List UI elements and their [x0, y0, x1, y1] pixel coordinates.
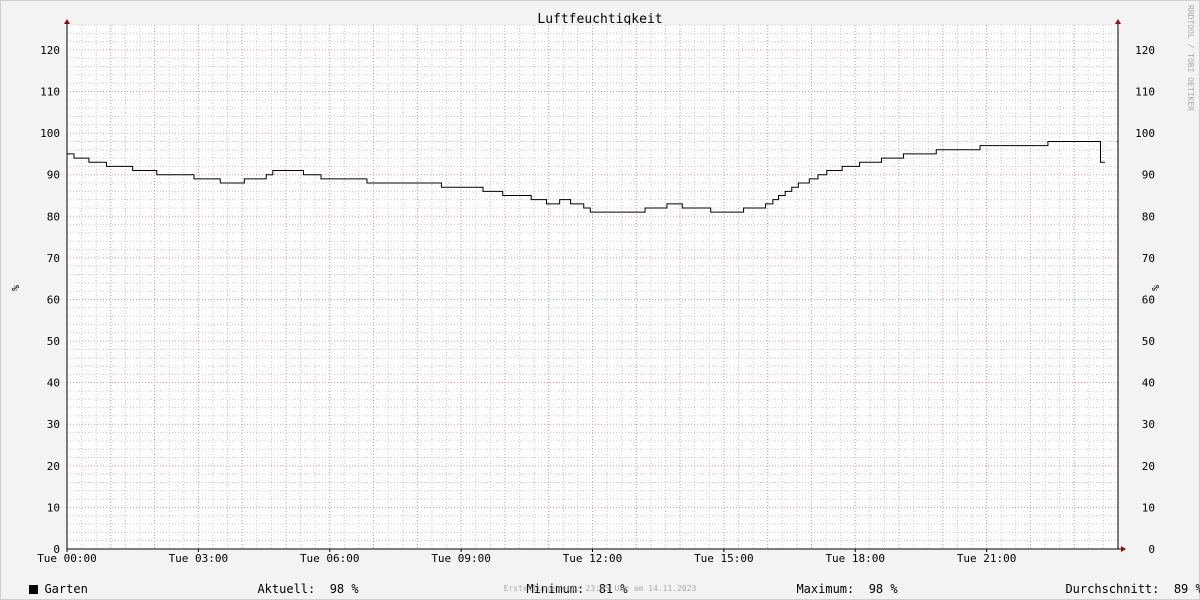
y-axis-label-right: %	[1149, 285, 1160, 291]
humidity-chart: Luftfeuchtigkeit RRDTOOL / TOBI OETIKER …	[9, 5, 1195, 565]
y-tick-label-left: 20	[47, 460, 60, 473]
y-tick-label-right: 90	[1142, 169, 1155, 182]
x-axis-arrow	[1121, 546, 1126, 552]
x-tick-label: Tue 12:00	[563, 552, 623, 565]
y-axis-label-left: %	[9, 285, 20, 291]
y-tick-label-right: 20	[1142, 460, 1155, 473]
y-tick-label-left: 30	[47, 418, 60, 431]
y-tick-label-left: 110	[40, 86, 60, 99]
y-tick-label-right: 80	[1142, 210, 1155, 223]
y-tick-label-right: 40	[1142, 377, 1155, 390]
y-tick-label-left: 10	[47, 501, 60, 514]
y-tick-label-left: 120	[40, 44, 60, 57]
y-tick-label-right: 70	[1142, 252, 1155, 265]
x-tick-label: Tue 00:00	[37, 552, 97, 565]
y-tick-label-right: 100	[1135, 127, 1155, 140]
y-tick-label-right: 30	[1142, 418, 1155, 431]
x-tick-label: Tue 15:00	[694, 552, 754, 565]
y-tick-label-left: 40	[47, 377, 60, 390]
generation-timestamp: Erstellungszeit: 23:55 Uhr am 14.11.2023	[503, 584, 697, 593]
y-tick-label-left: 70	[47, 252, 60, 265]
rrdtool-watermark: RRDTOOL / TOBI OETIKER	[1186, 5, 1195, 111]
y-tick-label-left: 60	[47, 293, 60, 306]
y-tick-label-right: 60	[1142, 293, 1155, 306]
y-tick-label-right: 50	[1142, 335, 1155, 348]
y-tick-label-right: 0	[1148, 543, 1155, 556]
x-tick-label: Tue 21:00	[957, 552, 1017, 565]
y-tick-label-left: 100	[40, 127, 60, 140]
y-tick-label-left: 50	[47, 335, 60, 348]
y-tick-label-right: 110	[1135, 86, 1155, 99]
x-tick-label: Tue 03:00	[169, 552, 229, 565]
y-axis-arrow-left	[64, 19, 70, 24]
y-axis-arrow-right	[1115, 19, 1121, 24]
y-tick-label-left: 80	[47, 210, 60, 223]
x-tick-label: Tue 09:00	[431, 552, 491, 565]
y-tick-label-left: 90	[47, 169, 60, 182]
y-tick-label-right: 10	[1142, 501, 1155, 514]
x-tick-label: Tue 18:00	[825, 552, 885, 565]
x-tick-label: Tue 06:00	[300, 552, 360, 565]
y-tick-label-right: 120	[1135, 44, 1155, 57]
